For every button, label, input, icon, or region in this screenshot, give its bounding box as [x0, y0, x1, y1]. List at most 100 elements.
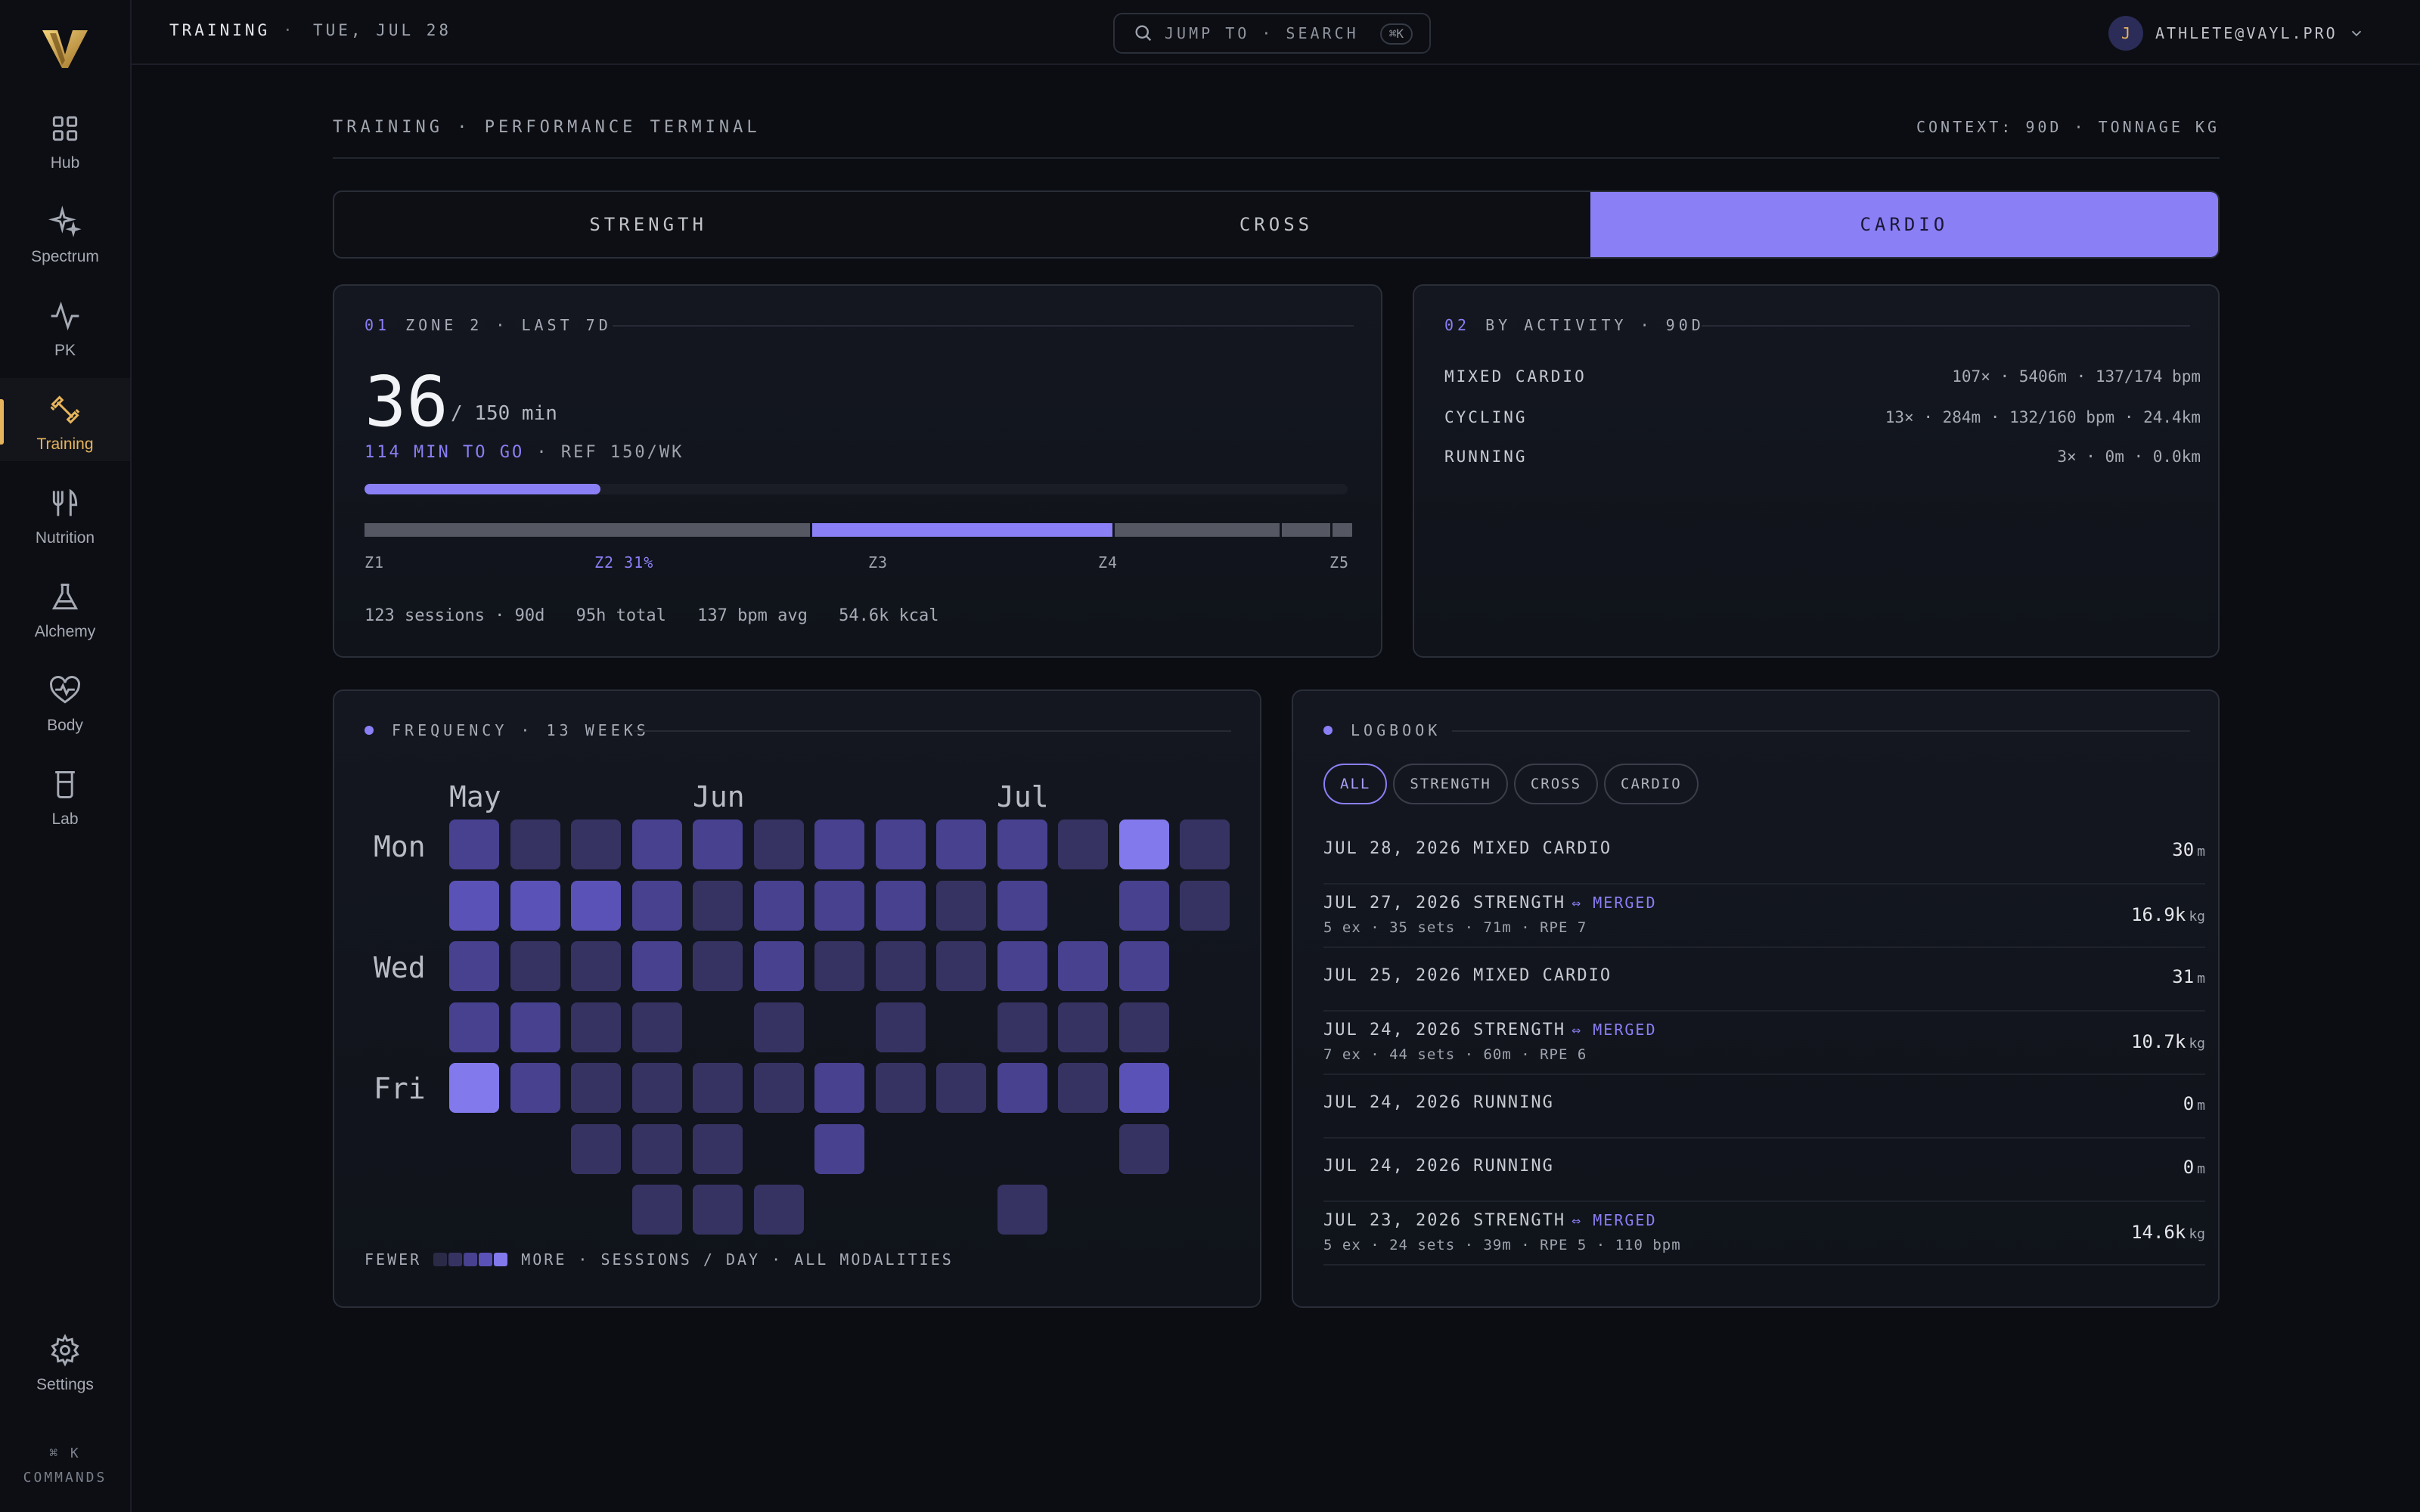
heatmap-cell[interactable] — [997, 1002, 1047, 1052]
heatmap-cell[interactable] — [1119, 941, 1169, 991]
heatmap-cell[interactable] — [997, 820, 1047, 869]
log-entry[interactable]: JUL 24, 2026 STRENGTH ⇔ MERGED 7 ex · 44 … — [1323, 1012, 2205, 1075]
heatmap-cell[interactable] — [449, 1063, 499, 1113]
heatmap-cell[interactable] — [876, 1002, 926, 1052]
filter-cardio[interactable]: CARDIO — [1604, 764, 1699, 804]
heatmap-cell[interactable] — [510, 1124, 560, 1174]
heatmap-cell[interactable] — [814, 881, 864, 931]
sidebar-item-nutrition[interactable]: Nutrition — [0, 479, 130, 562]
heatmap-cell[interactable] — [1058, 1063, 1108, 1113]
tab-strength[interactable]: STRENGTH — [334, 192, 962, 257]
heatmap-cell[interactable] — [1119, 1002, 1169, 1052]
heatmap-cell[interactable] — [449, 1002, 499, 1052]
log-entry[interactable]: JUL 27, 2026 STRENGTH ⇔ MERGED 5 ex · 35 … — [1323, 885, 2205, 948]
heatmap-cell[interactable] — [1180, 1185, 1230, 1235]
heatmap-cell[interactable] — [449, 881, 499, 931]
heatmap-cell[interactable] — [814, 1124, 864, 1174]
heatmap-cell[interactable] — [1180, 820, 1230, 869]
heatmap-cell[interactable] — [814, 1063, 864, 1113]
heatmap-cell[interactable] — [876, 941, 926, 991]
heatmap-cell[interactable] — [693, 881, 743, 931]
heatmap-cell[interactable] — [693, 1185, 743, 1235]
heatmap-cell[interactable] — [754, 820, 804, 869]
sidebar-item-hub[interactable]: Hub — [0, 104, 130, 187]
heatmap-cell[interactable] — [814, 820, 864, 869]
heatmap-cell[interactable] — [1058, 1002, 1108, 1052]
heatmap-cell[interactable] — [510, 881, 560, 931]
heatmap-cell[interactable] — [449, 941, 499, 991]
heatmap-cell[interactable] — [1058, 1124, 1108, 1174]
heatmap-cell[interactable] — [876, 1124, 926, 1174]
heatmap-cell[interactable] — [449, 1124, 499, 1174]
heatmap-cell[interactable] — [1119, 1185, 1169, 1235]
heatmap-cell[interactable] — [632, 881, 682, 931]
heatmap-cell[interactable] — [754, 1124, 804, 1174]
search-input[interactable]: JUMP TO · SEARCH ⌘K — [1113, 13, 1431, 54]
heatmap-cell[interactable] — [997, 1124, 1047, 1174]
heatmap-cell[interactable] — [571, 820, 621, 869]
filter-cross[interactable]: CROSS — [1513, 764, 1599, 804]
log-entry[interactable]: JUL 23, 2026 STRENGTH ⇔ MERGED 5 ex · 24 … — [1323, 1202, 2205, 1266]
heatmap-cell[interactable] — [936, 941, 986, 991]
heatmap-cell[interactable] — [1180, 941, 1230, 991]
heatmap-cell[interactable] — [693, 941, 743, 991]
heatmap-cell[interactable] — [510, 1002, 560, 1052]
filter-strength[interactable]: STRENGTH — [1393, 764, 1508, 804]
heatmap-cell[interactable] — [693, 820, 743, 869]
heatmap-cell[interactable] — [1058, 1185, 1108, 1235]
command-label[interactable]: COMMANDS — [0, 1470, 130, 1486]
heatmap-cell[interactable] — [693, 1002, 743, 1052]
heatmap-cell[interactable] — [876, 881, 926, 931]
tab-cross[interactable]: CROSS — [962, 192, 1590, 257]
heatmap-cell[interactable] — [1058, 881, 1108, 931]
activity-row[interactable]: CYCLING 13× · 284m · 132/160 bpm · 24.4k… — [1444, 408, 2201, 426]
activity-row[interactable]: RUNNING 3× · 0m · 0.0km — [1444, 448, 2201, 466]
heatmap-cell[interactable] — [1180, 881, 1230, 931]
heatmap-cell[interactable] — [449, 820, 499, 869]
heatmap-cell[interactable] — [510, 1185, 560, 1235]
sidebar-item-settings[interactable]: Settings — [0, 1326, 130, 1409]
sidebar-item-spectrum[interactable]: Spectrum — [0, 198, 130, 281]
sidebar-item-body[interactable]: Body — [0, 667, 130, 750]
heatmap-cell[interactable] — [936, 1002, 986, 1052]
heatmap-cell[interactable] — [510, 941, 560, 991]
heatmap-cell[interactable] — [1058, 820, 1108, 869]
heatmap-cell[interactable] — [754, 1002, 804, 1052]
heatmap-cell[interactable] — [571, 1002, 621, 1052]
sidebar-item-lab[interactable]: Lab — [0, 761, 130, 844]
heatmap-cell[interactable] — [936, 1124, 986, 1174]
heatmap-cell[interactable] — [876, 820, 926, 869]
heatmap-cell[interactable] — [997, 1063, 1047, 1113]
log-entry[interactable]: JUL 25, 2026 MIXED CARDIO 31 m — [1323, 948, 2205, 1012]
heatmap-cell[interactable] — [936, 881, 986, 931]
heatmap-cell[interactable] — [571, 941, 621, 991]
heatmap-cell[interactable] — [632, 941, 682, 991]
heatmap-cell[interactable] — [693, 1124, 743, 1174]
heatmap-cell[interactable] — [936, 1063, 986, 1113]
heatmap-cell[interactable] — [936, 1185, 986, 1235]
heatmap-cell[interactable] — [632, 1185, 682, 1235]
heatmap-cell[interactable] — [997, 881, 1047, 931]
heatmap-cell[interactable] — [510, 820, 560, 869]
sidebar-item-training[interactable]: Training — [0, 378, 130, 461]
heatmap-cell[interactable] — [693, 1063, 743, 1113]
heatmap-cell[interactable] — [1180, 1063, 1230, 1113]
heatmap-cell[interactable] — [754, 1063, 804, 1113]
activity-row[interactable]: MIXED CARDIO 107× · 5406m · 137/174 bpm — [1444, 367, 2201, 386]
heatmap-cell[interactable] — [1058, 941, 1108, 991]
heatmap-cell[interactable] — [754, 881, 804, 931]
heatmap-cell[interactable] — [754, 941, 804, 991]
heatmap-cell[interactable] — [876, 1185, 926, 1235]
tab-cardio[interactable]: CARDIO — [1590, 192, 2218, 257]
heatmap-cell[interactable] — [632, 820, 682, 869]
heatmap-cell[interactable] — [997, 1185, 1047, 1235]
log-entry[interactable]: JUL 24, 2026 RUNNING 0m — [1323, 1139, 2205, 1202]
heatmap-cell[interactable] — [814, 1185, 864, 1235]
heatmap-cell[interactable] — [997, 941, 1047, 991]
chevron-down-icon[interactable] — [2348, 25, 2365, 42]
user-menu[interactable]: J ATHLETE@VAYL.PRO — [2108, 16, 2365, 51]
heatmap-cell[interactable] — [632, 1124, 682, 1174]
heatmap-cell[interactable] — [1119, 1124, 1169, 1174]
heatmap-cell[interactable] — [510, 1063, 560, 1113]
heatmap-cell[interactable] — [1119, 881, 1169, 931]
